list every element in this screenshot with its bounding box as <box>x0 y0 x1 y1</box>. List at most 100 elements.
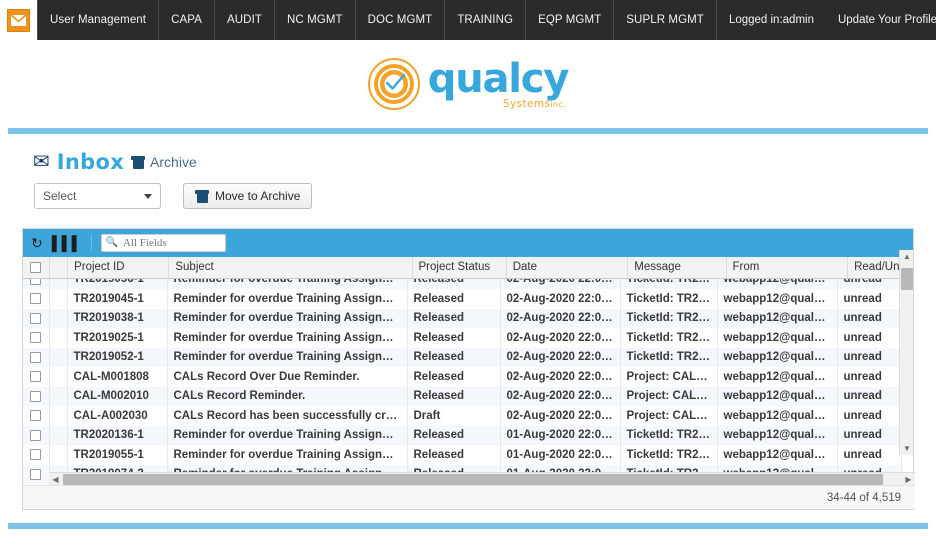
table-row[interactable]: CAL-A002030 CALs Record has been successf… <box>23 406 902 426</box>
table-row[interactable]: TR2019038-1 Reminder for overdue Training… <box>23 308 902 328</box>
nav-item-doc-mgmt[interactable]: DOC MGMT <box>356 0 446 40</box>
app-logo[interactable] <box>0 0 37 40</box>
grid-rows: TR2019056-1 Reminder for overdue Training… <box>23 278 902 484</box>
select-all-checkbox[interactable] <box>30 261 42 273</box>
cell-subject: Reminder for overdue Training Assignment… <box>167 445 408 465</box>
cell-from: webapp12@qualcy.c... <box>717 308 838 328</box>
cell-from: webapp12@qualcy.c... <box>717 425 838 445</box>
table-row[interactable]: CAL-M002010 CALs Record Reminder. Released… <box>23 386 902 406</box>
column-header-date[interactable]: Date <box>506 257 629 279</box>
row-checkbox[interactable] <box>30 410 42 422</box>
row-select-cell[interactable] <box>23 367 50 387</box>
row-checkbox[interactable] <box>30 312 42 324</box>
table-row[interactable]: TR2019055-1 Reminder for overdue Training… <box>23 445 902 465</box>
row-checkbox[interactable] <box>30 468 42 480</box>
row-spacer-cell <box>49 347 68 367</box>
row-checkbox[interactable] <box>30 351 42 363</box>
cell-read-unread: unread <box>837 445 902 465</box>
grid-horizontal-scrollbar[interactable]: ◀ ▶ <box>49 472 915 485</box>
row-checkbox[interactable] <box>30 449 42 461</box>
scroll-down-arrow[interactable]: ▼ <box>900 442 914 455</box>
cell-subject: Reminder for overdue Training Assignment… <box>167 425 408 445</box>
row-select-cell[interactable] <box>23 289 50 309</box>
table-row[interactable]: TR2019045-1 Reminder for overdue Training… <box>23 289 902 309</box>
archive-link[interactable]: Archive <box>131 154 197 170</box>
cell-read-unread: unread <box>837 386 902 406</box>
search-input[interactable] <box>120 236 221 250</box>
row-select-cell[interactable] <box>23 425 50 445</box>
row-checkbox[interactable] <box>30 293 42 305</box>
cell-date: 01-Aug-2020 22:00:39 <box>500 425 621 445</box>
grid-header-table: Project ID Subject Project Status Date M… <box>23 257 913 279</box>
column-header-subject[interactable]: Subject <box>168 257 413 279</box>
refresh-icon[interactable]: ↻ <box>31 236 43 250</box>
action-select[interactable]: Select <box>34 183 161 209</box>
cell-date: 02-Aug-2020 22:00:01 <box>500 386 621 406</box>
row-select-cell[interactable] <box>23 386 50 406</box>
select-all-header[interactable] <box>23 257 50 279</box>
cell-project-id[interactable]: CAL-M001808 <box>67 367 168 387</box>
cell-project-id[interactable]: TR2019052-1 <box>67 347 168 367</box>
row-checkbox[interactable] <box>30 371 42 383</box>
cell-message: TicketId: TR201... <box>620 347 718 367</box>
row-select-cell[interactable] <box>23 445 50 465</box>
magnifier-icon: 🔍 <box>105 237 118 248</box>
vertical-scroll-thumb[interactable] <box>901 268 913 290</box>
cell-date: 02-Aug-2020 22:00:00 <box>500 406 621 426</box>
cell-project-id[interactable]: TR2020136-1 <box>67 425 168 445</box>
update-profile-link[interactable]: Update Your Profile <box>826 0 936 40</box>
cell-project-status: Released <box>407 278 501 289</box>
columns-icon[interactable]: ▌▌▌ <box>52 236 82 250</box>
nav-item-suplr-mgmt[interactable]: SUPLR MGMT <box>614 0 717 40</box>
archive-box-icon <box>195 189 209 203</box>
cell-project-id[interactable]: TR2019045-1 <box>67 289 168 309</box>
row-checkbox[interactable] <box>30 278 42 285</box>
row-select-cell[interactable] <box>23 308 50 328</box>
column-header-from[interactable]: From <box>726 257 849 279</box>
cell-project-status: Released <box>407 347 501 367</box>
table-row[interactable]: TR2019052-1 Reminder for overdue Training… <box>23 347 902 367</box>
column-header-message[interactable]: Message <box>627 257 727 279</box>
grid-footer: 34-44 of 4,519 <box>23 485 915 509</box>
table-row[interactable]: TR2020136-1 Reminder for overdue Training… <box>23 425 902 445</box>
table-row[interactable]: CAL-M001808 CALs Record Over Due Reminder… <box>23 367 902 387</box>
row-select-cell[interactable] <box>23 406 50 426</box>
archive-link-label: Archive <box>150 154 197 170</box>
cell-project-id[interactable]: CAL-M002010 <box>67 386 168 406</box>
row-select-cell[interactable] <box>23 328 50 348</box>
top-navigation-bar: User Management CAPA AUDIT NC MGMT DOC M… <box>0 0 936 40</box>
nav-item-audit[interactable]: AUDIT <box>215 0 275 40</box>
row-spacer-cell <box>49 289 68 309</box>
cell-from: webapp12@qualcy.c... <box>717 289 838 309</box>
move-to-archive-button[interactable]: Move to Archive <box>183 183 313 209</box>
row-select-cell[interactable] <box>23 278 50 289</box>
cell-project-id[interactable]: TR2019025-1 <box>67 328 168 348</box>
nav-item-training[interactable]: TRAINING <box>445 0 527 40</box>
scroll-up-arrow[interactable]: ▲ <box>900 250 914 263</box>
row-checkbox[interactable] <box>30 390 42 402</box>
cell-read-unread: unread <box>837 308 902 328</box>
cell-project-id[interactable]: CAL-A002030 <box>67 406 168 426</box>
cell-project-status: Released <box>407 445 501 465</box>
cell-project-id[interactable]: TR2019056-1 <box>67 278 168 289</box>
column-header-project-status[interactable]: Project Status <box>412 257 507 279</box>
row-select-cell[interactable] <box>23 347 50 367</box>
row-checkbox[interactable] <box>30 332 42 344</box>
page-title: Inbox <box>56 150 125 174</box>
row-checkbox[interactable] <box>30 429 42 441</box>
inbox-controls: Select Move to Archive <box>34 183 313 209</box>
nav-item-nc-mgmt[interactable]: NC MGMT <box>275 0 356 40</box>
column-header-project-id[interactable]: Project ID <box>67 257 170 279</box>
nav-item-eqp-mgmt[interactable]: EQP MGMT <box>526 0 615 40</box>
nav-item-capa[interactable]: CAPA <box>159 0 215 40</box>
cell-project-id[interactable]: TR2019055-1 <box>67 445 168 465</box>
nav-item-user-management[interactable]: User Management <box>37 0 160 40</box>
table-row[interactable]: TR2019056-1 Reminder for overdue Training… <box>23 278 902 289</box>
row-select-cell[interactable] <box>23 464 50 484</box>
table-row[interactable]: TR2019025-1 Reminder for overdue Training… <box>23 328 902 348</box>
cell-project-id[interactable]: TR2019038-1 <box>67 308 168 328</box>
horizontal-scroll-thumb[interactable] <box>63 474 883 485</box>
search-input-wrapper[interactable]: 🔍 <box>100 234 226 252</box>
cell-date: 02-Aug-2020 22:00:07 <box>500 328 621 348</box>
grid-vertical-scrollbar[interactable]: ▲ ▼ <box>899 250 913 455</box>
